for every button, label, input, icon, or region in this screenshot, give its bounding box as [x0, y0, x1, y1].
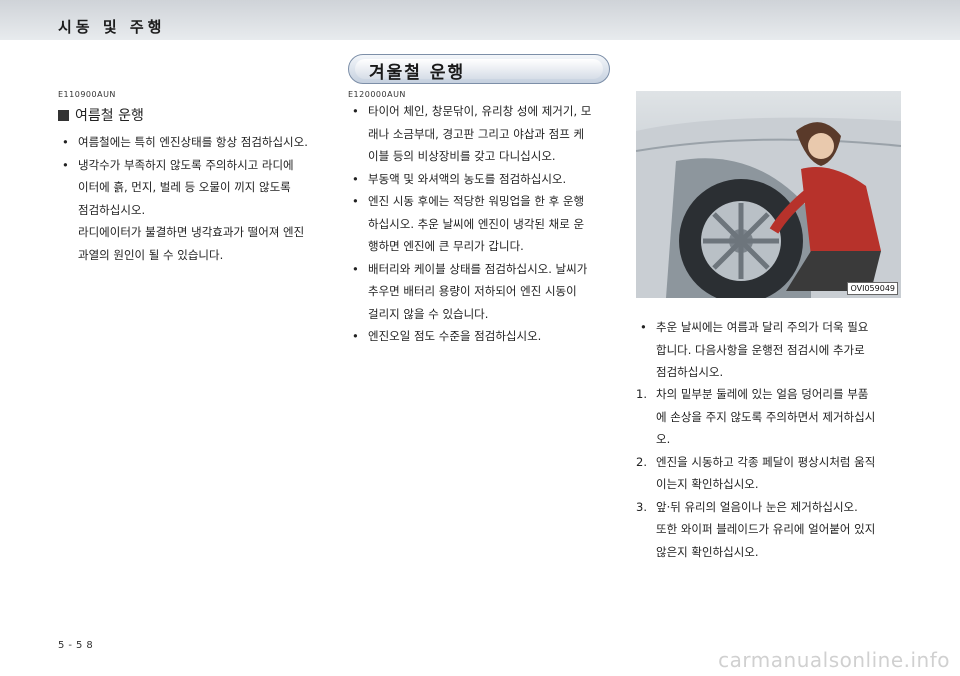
list-item-continuation: 점검하십시오. [656, 365, 724, 379]
image-code-label: OVI059049 [847, 282, 898, 295]
list-item-continuation: 걸리지 않을 수 있습니다. [368, 306, 489, 321]
numbered-item: 3. 앞·뒤 유리의 얼음이나 눈은 제거하십시오. [636, 499, 858, 514]
list-item: • 엔진오일 점도 수준을 점검하십시오. [348, 325, 618, 348]
list-item: • 여름철에는 특히 엔진상태를 항상 점검하십시오. [58, 131, 328, 154]
chapter-title: 시동 및 주행 [58, 18, 166, 36]
bullet-icon: • [640, 320, 647, 334]
watermark: carmanualsonline.info [718, 648, 950, 672]
list-item: • 냉각수가 부족하지 않도록 주의하시고 라디에 [58, 154, 328, 177]
car-wheel-illustration [636, 117, 901, 298]
left-heading: 여름철 운행 [58, 105, 144, 125]
bullet-icon: • [352, 104, 359, 118]
bullet-icon: • [352, 329, 359, 343]
list-item-continuation: 이블 등의 비상장비를 갖고 다니십시오. [368, 149, 556, 163]
numbered-item-continuation: 않은지 확인하십시오. [656, 544, 759, 559]
left-bullet-list: • 여름철에는 특히 엔진상태를 항상 점검하십시오. • 냉각수가 부족하지 않도… [58, 131, 328, 266]
right-bullet-list: • 추운 날씨에는 여름과 달리 주의가 더욱 필요 합니다. 다음사항을 운행전… [636, 316, 908, 384]
list-item-continuation: 점검하십시오. [78, 202, 146, 217]
section-title-pill: 겨울철 운행 [348, 54, 610, 84]
square-bullet-icon [58, 110, 69, 121]
numbered-item-continuation: 오. [656, 432, 671, 446]
list-item-continuation: 하십시오. 추운 날씨에 엔진이 냉각된 채로 운 [368, 216, 585, 231]
bullet-icon: • [352, 171, 359, 186]
list-item-continuation: 라디에이터가 불결하면 냉각효과가 떨어져 엔진 [78, 225, 305, 239]
page-number: 5-58 [58, 640, 97, 651]
list-item-continuation: 이터에 흙, 먼지, 벌레 등 오물이 끼지 않도록 [78, 180, 291, 194]
list-item-continuation: 과열의 원인이 될 수 있습니다. [78, 247, 224, 262]
numbered-item: 1. 차의 밑부분 둘레에 있는 얼음 덩어리를 부품 [636, 387, 869, 401]
list-item-continuation: 행하면 엔진에 큰 무리가 갑니다. [368, 239, 524, 253]
header-bar: 시동 및 주행 [0, 0, 960, 40]
list-item: • 타이어 체인, 창문닦이, 유리창 성에 제거기, 모 [348, 100, 618, 123]
bullet-icon: • [352, 261, 359, 276]
list-item-continuation: 추우면 배터리 용량이 저하되어 엔진 시동이 [368, 284, 577, 298]
list-item: • 엔진 시동 후에는 적당한 워밍업을 한 후 운행 [348, 190, 618, 213]
list-item-continuation: 합니다. 다음사항을 운행전 점검시에 추가로 [656, 342, 865, 357]
middle-section-code: E120000AUN [348, 90, 406, 99]
list-item: • 추운 날씨에는 여름과 달리 주의가 더욱 필요 [636, 316, 908, 339]
bullet-icon: • [352, 194, 359, 208]
numbered-item: 2. 엔진을 시동하고 각종 페달이 평상시처럼 움직 [636, 454, 876, 469]
list-item-continuation: 래나 소금부대, 경고판 그리고 야삽과 점프 케 [368, 126, 585, 141]
numbered-item-continuation: 이는지 확인하십시오. [656, 477, 759, 491]
bullet-icon: • [62, 157, 69, 172]
numbered-item-continuation: 또한 와이퍼 블레이드가 유리에 얼어붙어 있지 [656, 522, 876, 536]
tire-ice-removal-illustration: OVI059049 [636, 91, 901, 298]
middle-bullet-list: • 타이어 체인, 창문닦이, 유리창 성에 제거기, 모 래나 소금부대, 경고… [348, 100, 618, 348]
left-heading-text: 여름철 운행 [75, 108, 144, 124]
list-item: • 배터리와 케이블 상태를 점검하십시오. 날씨가 [348, 258, 618, 281]
list-item: • 부동액 및 와셔액의 농도를 점검하십시오. [348, 168, 618, 191]
left-section-code: E110900AUN [58, 90, 116, 99]
bullet-icon: • [62, 135, 69, 149]
numbered-item-continuation: 에 손상을 주지 않도록 주의하면서 제거하십시 [656, 409, 876, 424]
section-title: 겨울철 운행 [369, 63, 466, 83]
right-numbered-list: 1. 차의 밑부분 둘레에 있는 얼음 덩어리를 부품 에 손상을 주지 않도록 … [636, 383, 908, 563]
